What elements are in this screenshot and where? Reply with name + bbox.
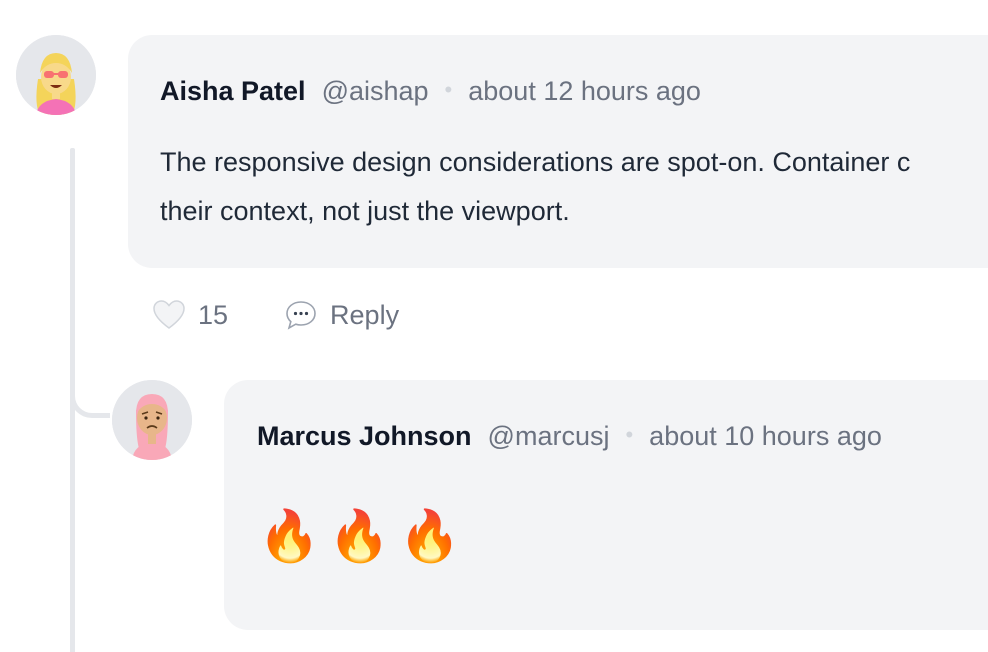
reply-label: Reply <box>330 299 400 330</box>
reply-meta: Marcus Johnson @marcusj • about 10 hours… <box>257 421 882 452</box>
like-button[interactable]: 15 <box>152 298 228 332</box>
heart-icon <box>152 298 186 332</box>
author-name[interactable]: Aisha Patel <box>160 76 306 107</box>
author-handle[interactable]: @aishap <box>322 76 429 107</box>
reply-body: 🔥 🔥 🔥 <box>258 506 469 566</box>
comment-timestamp[interactable]: about 12 hours ago <box>468 76 701 107</box>
meta-separator: • <box>444 77 453 102</box>
fire-emoji: 🔥 <box>328 508 391 564</box>
avatar-aisha-illustration <box>16 35 96 115</box>
reply-author-name[interactable]: Marcus Johnson <box>257 421 472 452</box>
speech-bubble-icon <box>284 298 318 332</box>
reply-meta-separator: • <box>625 422 634 447</box>
thread-connector <box>70 374 110 418</box>
fire-emoji: 🔥 <box>258 508 321 564</box>
comment-body-line: their context, not just the viewport. <box>160 196 570 226</box>
reply-author-handle[interactable]: @marcusj <box>488 421 610 452</box>
like-count: 15 <box>198 299 229 330</box>
comment-actions: 15 Reply <box>152 298 399 332</box>
reply-bubble <box>224 380 988 630</box>
avatar-aisha[interactable] <box>16 35 96 115</box>
comment-body-line: The responsive design considerations are… <box>160 147 911 177</box>
avatar-marcus[interactable] <box>112 380 192 460</box>
comment-meta: Aisha Patel @aishap • about 12 hours ago <box>160 76 701 107</box>
comment-thread: Aisha Patel @aishap • about 12 hours ago… <box>0 0 988 652</box>
comment-body: The responsive design considerations are… <box>160 138 910 236</box>
reply-button[interactable]: Reply <box>284 298 399 332</box>
fire-emoji: 🔥 <box>398 508 461 564</box>
avatar-marcus-illustration <box>112 380 192 460</box>
reply-timestamp[interactable]: about 10 hours ago <box>649 421 882 452</box>
